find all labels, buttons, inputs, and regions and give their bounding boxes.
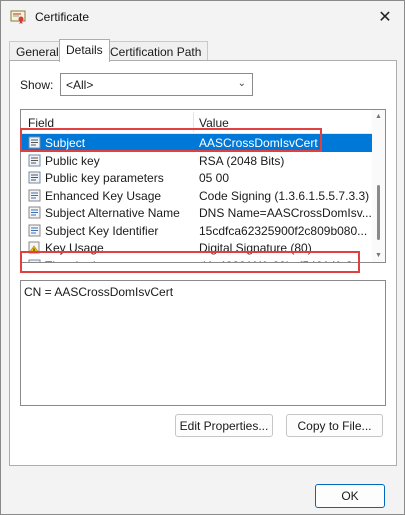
row-field-value: DNS Name=AASCrossDomIsv... [199, 206, 371, 220]
row-field-name: Enhanced Key Usage [45, 188, 162, 203]
row-field-value: Code Signing (1.3.6.1.5.5.7.3.3) [199, 188, 370, 203]
certificate-extension-icon [28, 206, 41, 219]
show-label: Show: [20, 78, 54, 92]
field-detail-box[interactable]: CN = AASCrossDomIsvCert [20, 280, 386, 406]
tab-details[interactable]: Details [59, 39, 110, 62]
show-dropdown[interactable]: <All> ⌄ [60, 73, 253, 96]
tab-certification-path[interactable]: Certification Path [103, 41, 209, 61]
list-row[interactable]: Enhanced Key Usage Code Signing (1.3.6.1.… [21, 187, 373, 205]
scroll-thumb[interactable] [377, 185, 380, 240]
thumbprint-highlight-annotation [20, 251, 360, 273]
tab-strip: General Details Certification Path [9, 39, 396, 62]
certificate-extension-icon [28, 189, 41, 202]
list-row[interactable]: Subject Alternative Name DNS Name=AASCros… [21, 204, 373, 222]
certificate-app-icon [10, 10, 26, 24]
list-row[interactable]: Subject Key Identifier 15cdfca62325900f2c… [21, 222, 373, 240]
window-title: Certificate [35, 10, 90, 24]
scroll-down-icon[interactable]: ▼ [375, 252, 382, 259]
title-bar: Certificate ✕ [1, 1, 404, 33]
subject-highlight-annotation [20, 128, 322, 152]
scroll-up-icon[interactable]: ▲ [375, 113, 382, 120]
edit-properties-button[interactable]: Edit Properties... [175, 414, 273, 437]
certificate-field-icon [28, 154, 41, 167]
ok-button[interactable]: OK [315, 484, 385, 508]
certificate-dialog: Certificate ✕ General Details Certificat… [0, 0, 405, 515]
tab-general[interactable]: General [9, 41, 66, 61]
row-field-name: Public key parameters [45, 171, 164, 185]
certificate-field-icon [28, 171, 41, 184]
row-field-value: 15cdfca62325900f2c809b080... [199, 223, 368, 238]
field-detail-text: CN = AASCrossDomIsvCert [24, 285, 174, 299]
copy-to-file-button[interactable]: Copy to File... [286, 414, 383, 437]
list-scrollbar[interactable]: ▲ ▼ [372, 110, 385, 262]
certificate-extension-icon [28, 224, 41, 237]
row-field-value: 05 00 [199, 171, 230, 185]
chevron-down-icon: ⌄ [237, 78, 246, 89]
list-row[interactable]: Public key RSA (2048 Bits) [21, 152, 373, 170]
row-field-value: RSA (2048 Bits) [199, 153, 285, 168]
list-row[interactable]: Public key parameters 05 00 [21, 169, 373, 187]
row-field-name: Subject Alternative Name [45, 206, 180, 220]
list-rows: Subject AASCrossDomIsvCert Public key RSA (… [21, 134, 373, 262]
close-icon: ✕ [378, 9, 392, 26]
row-field-name: Subject Key Identifier [45, 223, 159, 238]
show-selected-value: <All> [66, 78, 94, 92]
row-field-name: Public key [45, 153, 100, 168]
close-button[interactable]: ✕ [374, 7, 396, 27]
